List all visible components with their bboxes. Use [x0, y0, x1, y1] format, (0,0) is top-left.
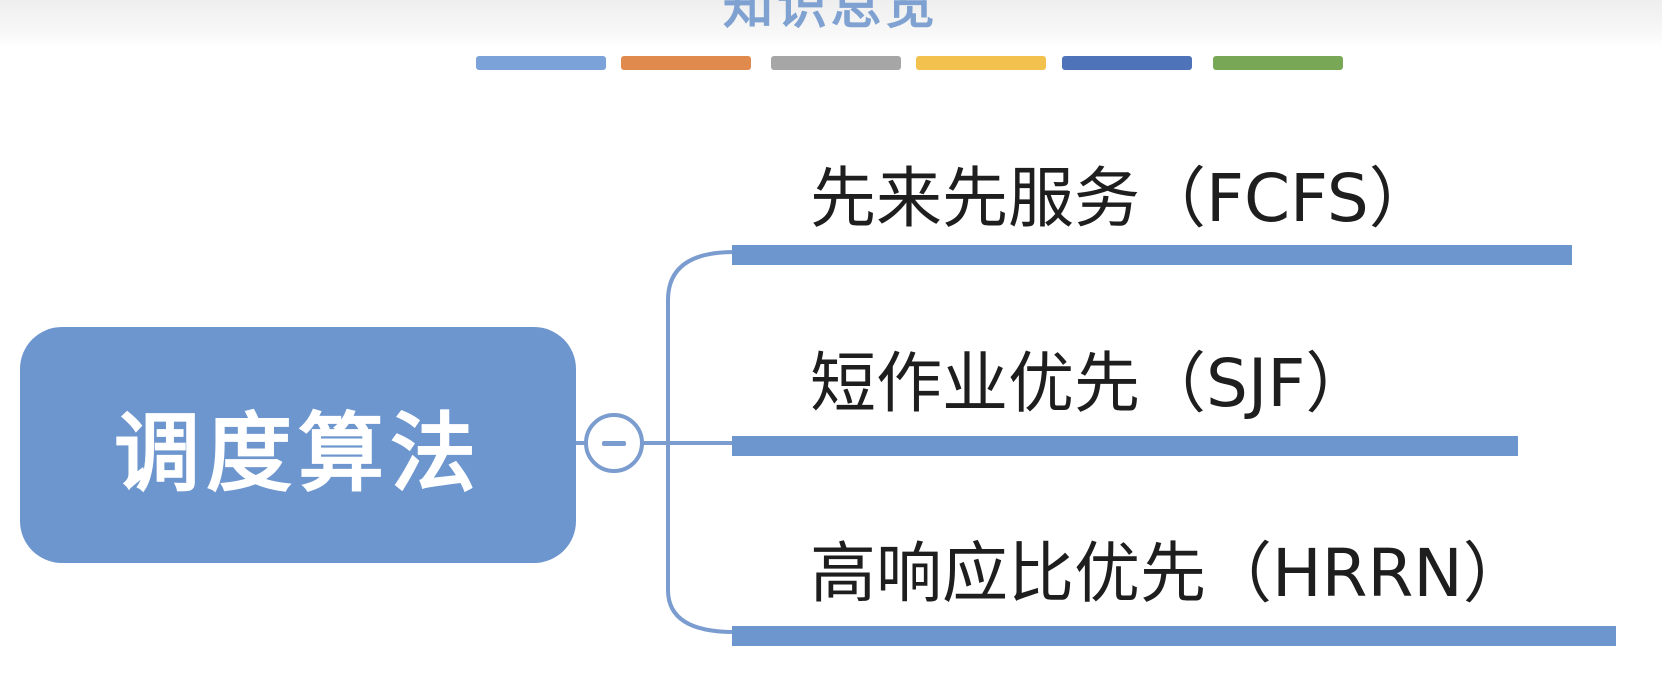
collapse-button[interactable]	[584, 413, 644, 473]
branch-underline-sjf	[732, 436, 1518, 456]
branch-label-sjf[interactable]: 短作业优先（SJF）	[810, 330, 1371, 426]
branch-underline-fcfs	[732, 245, 1572, 265]
branch-label-hrrn[interactable]: 高响应比优先（HRRN）	[810, 520, 1529, 616]
minus-icon	[602, 441, 626, 446]
root-node-label: 调度算法	[114, 403, 482, 504]
branch-underline-hrrn	[732, 626, 1616, 646]
branch-label-fcfs[interactable]: 先来先服务（FCFS）	[810, 145, 1435, 241]
root-node[interactable]: 调度算法	[20, 327, 576, 563]
